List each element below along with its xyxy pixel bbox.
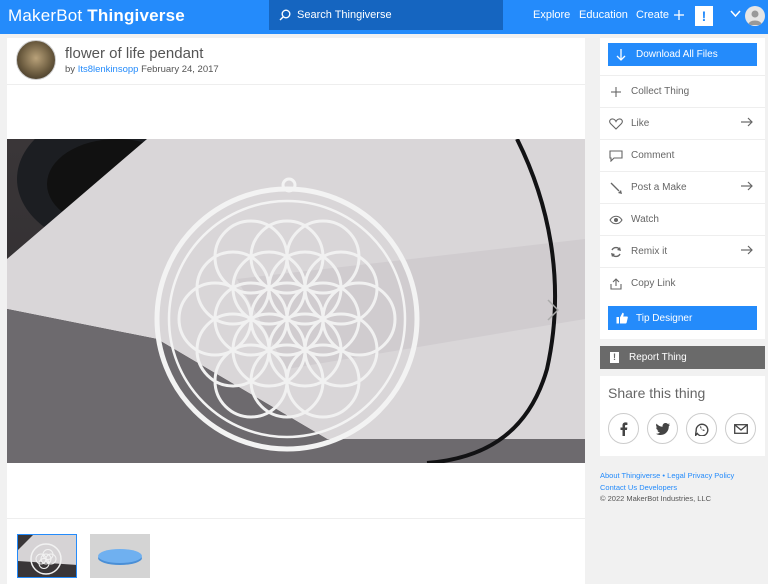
post-a-make-button[interactable]: Post a Make — [600, 171, 765, 203]
footer-copyright: © 2022 MakerBot Industries, LLC — [600, 494, 711, 503]
gallery-thumbnail[interactable] — [17, 534, 77, 578]
plus-icon — [609, 85, 623, 99]
user-avatar[interactable] — [745, 6, 765, 26]
copy-link-button[interactable]: Copy Link — [600, 267, 765, 299]
byline-by: by — [65, 64, 76, 75]
logo-name: Thingiverse — [87, 6, 185, 25]
facebook-share-button[interactable] — [608, 413, 639, 444]
email-icon — [733, 423, 748, 434]
nav-explore[interactable]: Explore — [533, 9, 570, 21]
share-upload-icon — [609, 277, 623, 291]
report-label: Report Thing — [629, 352, 687, 363]
user-silhouette-icon — [748, 10, 762, 25]
footer-dot: • — [662, 471, 666, 480]
eye-icon — [609, 213, 623, 227]
comment-label: Comment — [631, 150, 675, 161]
gallery-divider — [7, 518, 585, 519]
download-label: Download All Files — [636, 49, 718, 60]
footer-legal-link[interactable]: Legal — [667, 471, 685, 480]
footer-privacy-link[interactable]: Privacy Policy — [688, 471, 735, 480]
pendant-photo — [7, 139, 585, 463]
share-title: Share this thing — [608, 385, 706, 401]
thing-actions-panel: Download All Files Collect Thing Like Co… — [600, 38, 765, 339]
tip-label: Tip Designer — [636, 312, 693, 324]
top-navigation-bar: MakerBot Thingiverse Search Thingiverse … — [0, 0, 768, 34]
logo-prefix: MakerBot — [8, 6, 83, 25]
twitter-share-button[interactable] — [647, 413, 678, 444]
footer-row-2: Contact Us Developers — [600, 482, 765, 494]
arrow-right-icon[interactable] — [741, 181, 753, 191]
tip-designer-button[interactable]: Tip Designer — [608, 306, 757, 330]
footer-contact-link[interactable]: Contact Us — [600, 483, 637, 492]
remix-label: Remix it — [631, 246, 668, 257]
download-arrow-icon — [616, 48, 626, 61]
collect-thing-button[interactable]: Collect Thing — [600, 75, 765, 107]
footer-developers-link[interactable]: Developers — [639, 483, 677, 492]
comment-button[interactable]: Comment — [600, 139, 765, 171]
download-all-files-button[interactable]: Download All Files — [608, 43, 757, 66]
like-label: Like — [631, 118, 650, 129]
watch-button[interactable]: Watch — [600, 203, 765, 235]
report-thing-button[interactable]: ! Report Thing — [600, 346, 765, 369]
collect-label: Collect Thing — [631, 86, 690, 97]
search-input[interactable]: Search Thingiverse — [297, 9, 392, 21]
thing-byline: by Its8lenkinsopp February 24, 2017 — [65, 64, 219, 75]
designer-avatar[interactable] — [16, 40, 56, 80]
email-share-button[interactable] — [725, 413, 756, 444]
remix-button[interactable]: Remix it — [600, 235, 765, 267]
makerbot-thingiverse-logo[interactable]: MakerBot Thingiverse — [8, 6, 185, 26]
header-divider — [7, 84, 585, 85]
next-image-arrow-icon[interactable] — [547, 299, 559, 321]
search-bar[interactable]: Search Thingiverse — [269, 0, 503, 30]
post-make-label: Post a Make — [631, 182, 687, 193]
whatsapp-share-button[interactable] — [686, 413, 717, 444]
arrow-right-icon[interactable] — [741, 117, 753, 127]
nav-create[interactable]: Create — [636, 9, 685, 21]
notification-icon[interactable]: ! — [695, 6, 713, 26]
share-panel: Share this thing — [600, 376, 765, 456]
like-button[interactable]: Like — [600, 107, 765, 139]
nav-create-label: Create — [636, 9, 670, 21]
plus-icon — [674, 10, 685, 20]
whatsapp-icon — [694, 423, 708, 436]
comment-icon — [609, 149, 623, 163]
chevron-down-icon[interactable] — [730, 10, 741, 18]
twitter-icon — [655, 422, 670, 435]
main-photo[interactable] — [7, 139, 585, 463]
arrow-right-icon[interactable] — [741, 245, 753, 255]
thumbs-up-icon — [616, 312, 628, 324]
heart-icon — [609, 117, 623, 131]
watch-label: Watch — [631, 214, 659, 225]
footer-row-1: About Thingiverse • Legal Privacy Policy — [600, 470, 765, 482]
footer-about-link[interactable]: About Thingiverse — [600, 471, 660, 480]
search-icon — [279, 9, 291, 21]
site-footer: About Thingiverse • Legal Privacy Policy… — [600, 470, 765, 505]
facebook-icon — [620, 421, 627, 436]
thing-title: flower of life pendant — [65, 45, 204, 62]
copy-link-label: Copy Link — [631, 278, 676, 289]
publish-date: February 24, 2017 — [141, 64, 219, 75]
thing-sidebar: Download All Files Collect Thing Like Co… — [600, 38, 765, 503]
thing-main-panel: flower of life pendant by Its8lenkinsopp… — [7, 38, 585, 584]
nav-education[interactable]: Education — [579, 9, 628, 21]
author-link[interactable]: Its8lenkinsopp — [78, 64, 139, 75]
make-tool-icon — [609, 181, 623, 195]
remix-icon — [609, 245, 623, 259]
gallery-thumbnail[interactable] — [90, 534, 150, 578]
thumbnail-model-image — [90, 534, 150, 578]
exclamation-icon: ! — [610, 352, 619, 363]
thumbnail-pendant-image — [18, 535, 76, 575]
